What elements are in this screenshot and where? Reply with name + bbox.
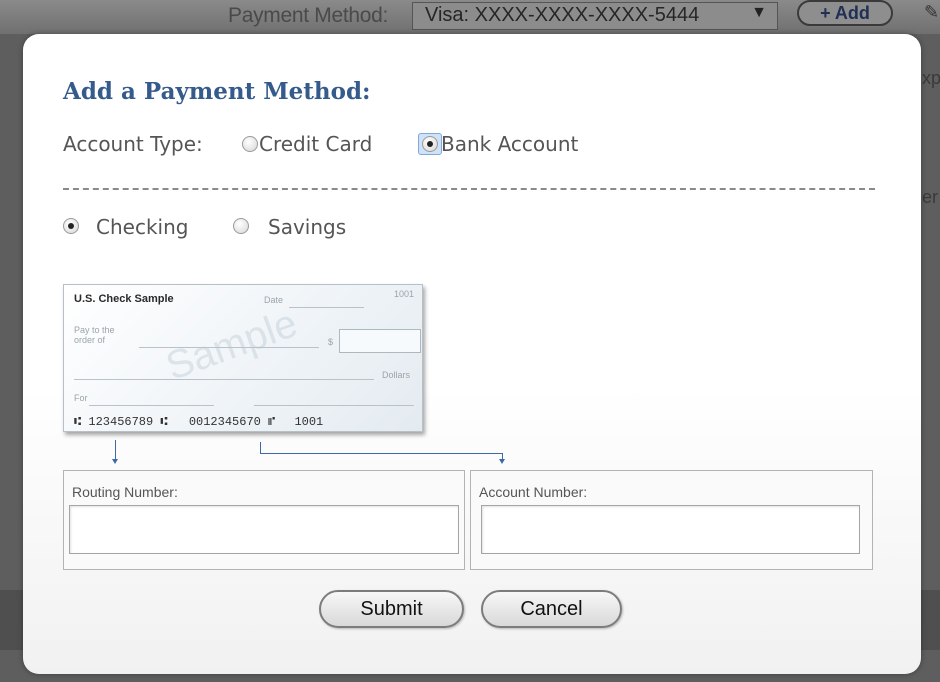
check-order-of: order of xyxy=(74,335,106,345)
account-type-label: Account Type: xyxy=(63,132,203,156)
routing-number-group: Routing Number: xyxy=(63,470,465,570)
account-arrow-head xyxy=(499,459,505,464)
check-signature-line xyxy=(254,405,414,406)
bank-account-label[interactable]: Bank Account xyxy=(441,132,578,156)
check-date-line xyxy=(289,307,364,308)
check-amount-box xyxy=(339,329,421,353)
savings-radio[interactable] xyxy=(233,218,249,234)
check-date-label: Date xyxy=(264,295,284,305)
check-for: For xyxy=(74,393,88,403)
check-watermark: Sample xyxy=(160,301,303,389)
check-account-micr: 0012345670 ⑈ xyxy=(188,415,276,429)
submit-button[interactable]: Submit xyxy=(319,590,464,628)
check-number: 1001 xyxy=(394,289,415,299)
check-routing-micr: ⑆ 123456789 ⑆ xyxy=(74,415,168,429)
payment-method-value: Visa: XXXX-XXXX-XXXX-5444 xyxy=(425,4,700,26)
check-sample-image: Sample U.S. Check Sample Date 1001 Pay t… xyxy=(63,284,423,434)
credit-card-label[interactable]: Credit Card xyxy=(259,132,372,156)
check-payee-line xyxy=(139,347,319,348)
routing-number-label: Routing Number: xyxy=(72,484,178,500)
edit-icon[interactable]: ✎ xyxy=(924,2,940,26)
check-title: U.S. Check Sample xyxy=(74,293,174,305)
account-number-group: Account Number: xyxy=(470,470,873,570)
routing-arrow-head xyxy=(112,459,118,464)
check-micr-number: 1001 xyxy=(294,415,324,429)
modal-title: Add a Payment Method: xyxy=(63,78,371,105)
check-memo-line xyxy=(89,405,214,406)
account-number-input[interactable] xyxy=(481,505,860,554)
payment-method-select[interactable]: Visa: XXXX-XXXX-XXXX-5444 ▼ xyxy=(412,2,778,30)
check-amount-line xyxy=(74,379,374,380)
check-sample: Sample U.S. Check Sample Date 1001 Pay t… xyxy=(63,284,423,432)
background-text-fragment: er xyxy=(922,187,939,207)
checking-radio[interactable] xyxy=(63,218,79,234)
routing-number-input[interactable] xyxy=(69,505,459,554)
background-text-fragment: xp xyxy=(922,68,940,88)
bank-account-radio[interactable] xyxy=(422,136,438,152)
chevron-down-icon: ▼ xyxy=(751,4,767,21)
payment-method-label: Payment Method: xyxy=(228,4,389,27)
credit-card-radio[interactable] xyxy=(242,136,258,152)
checking-label[interactable]: Checking xyxy=(96,215,188,239)
divider xyxy=(63,188,875,190)
savings-label[interactable]: Savings xyxy=(268,215,346,239)
account-number-label: Account Number: xyxy=(479,484,588,500)
add-payment-modal: Add a Payment Method: Account Type: Cred… xyxy=(23,34,921,674)
check-micr-line: ⑆ 123456789 ⑆ 0012345670 ⑈ 1001 xyxy=(74,415,323,429)
check-dollars: Dollars xyxy=(382,370,411,380)
add-payment-button[interactable]: + Add xyxy=(797,0,893,26)
account-arrow-horizontal xyxy=(260,453,503,454)
background-toolbar: Payment Method: Visa: XXXX-XXXX-XXXX-544… xyxy=(0,0,940,34)
check-pay-to: Pay to the xyxy=(74,325,115,335)
cancel-button[interactable]: Cancel xyxy=(481,590,622,628)
check-dollar-sign: $ xyxy=(328,337,334,347)
